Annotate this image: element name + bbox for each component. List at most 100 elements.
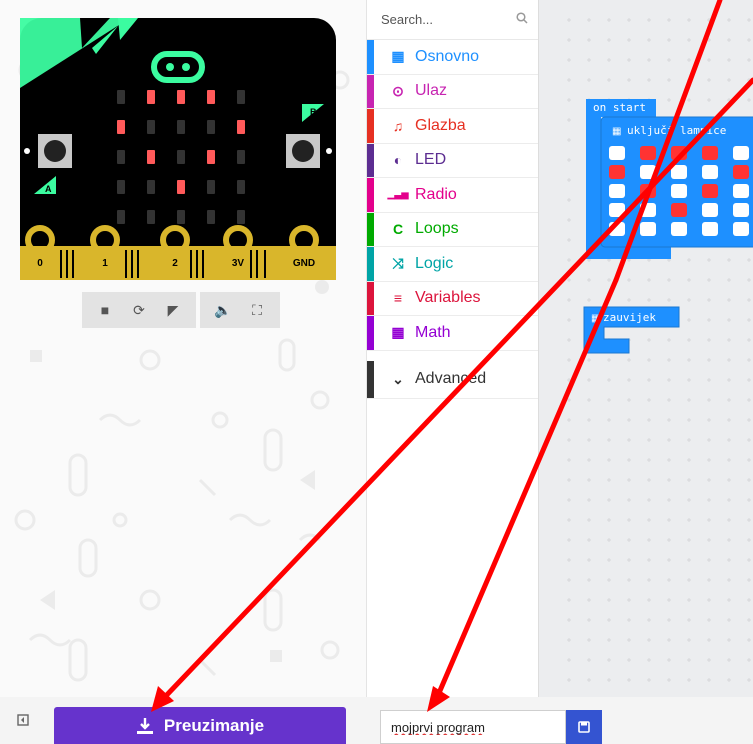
category-advanced[interactable]: ⌄ Advanced (367, 360, 538, 399)
category-stripe (367, 212, 374, 246)
led-cell-3-4[interactable] (733, 203, 749, 217)
download-label: Preuzimanje (163, 715, 265, 735)
button-a-label: A (45, 184, 52, 194)
toggle-icon: ◐ (393, 152, 403, 169)
loop-icon: C (392, 221, 404, 238)
category-label: Glazba (415, 116, 466, 134)
led-cell-0-0[interactable] (609, 146, 625, 160)
category-radio[interactable]: ▁▃▅ Radio (367, 178, 538, 213)
led-2-2 (177, 150, 185, 164)
category-list: ▦ Osnovno ⊙ Ulaz ♫ Glazba ◐ LED ▁▃▅ Radio C Loops ⤨ L… (367, 40, 538, 351)
category-stripe (367, 143, 374, 177)
led-cell-3-3[interactable] (702, 203, 718, 217)
microbit-board[interactable]: A B 0 1 2 3V GND (20, 18, 336, 280)
headphones-icon: ♫ (392, 117, 404, 134)
restart-icon[interactable]: ⟳ (124, 295, 154, 325)
category-label: Variables (415, 289, 481, 307)
grid-icon: ▦ (391, 48, 405, 65)
collapse-simulator-button[interactable] (8, 705, 38, 735)
led-2-3 (207, 150, 215, 164)
led-3-3 (207, 180, 215, 194)
category-stripe (367, 281, 374, 315)
led-1-3 (207, 120, 215, 134)
category-stripe (367, 109, 374, 143)
forever-label: zauvijek (603, 311, 656, 324)
led-cell-2-3[interactable] (702, 184, 718, 198)
stop-icon[interactable]: ■ (90, 295, 120, 325)
grid-icon: ▦ (612, 126, 621, 137)
led-cell-2-2[interactable] (671, 184, 687, 198)
led-0-3 (207, 90, 215, 104)
led-cell-4-0[interactable] (609, 222, 625, 236)
category-stripe (367, 74, 374, 108)
category-ulaz[interactable]: ⊙ Ulaz (367, 74, 538, 109)
chevron-down-icon: ⌄ (392, 370, 404, 387)
led-2-4 (237, 150, 245, 164)
led-1-4 (237, 120, 245, 134)
led-cell-3-1[interactable] (640, 203, 656, 217)
debug-icon[interactable]: ◤ (158, 295, 188, 325)
search-icon[interactable] (516, 12, 528, 27)
led-cell-1-0[interactable] (609, 165, 625, 179)
category-stripe (367, 360, 374, 398)
search-input[interactable] (381, 12, 511, 27)
category-label: Osnovno (415, 47, 480, 65)
led-0-4 (237, 90, 245, 104)
led-3-0 (117, 180, 125, 194)
led-cell-0-2[interactable] (671, 146, 687, 160)
download-button[interactable]: Preuzimanje (54, 707, 346, 744)
button-a[interactable] (44, 140, 66, 162)
led-cell-4-3[interactable] (702, 222, 718, 236)
category-variables[interactable]: ≡ Variables (367, 281, 538, 316)
shuffle-icon: ⤨ (392, 255, 404, 272)
led-cell-0-1[interactable] (640, 146, 656, 160)
workspace-canvas: on start ▦ uključi lampice ▦ zauvijek (567, 18, 753, 682)
toolbox: ▦ Osnovno ⊙ Ulaz ♫ Glazba ◐ LED ▁▃▅ Radio C Loops ⤨ L… (366, 0, 539, 700)
led-cell-1-3[interactable] (702, 165, 718, 179)
save-icon (578, 721, 590, 733)
show-leds-block[interactable]: ▦ uključi lampice (600, 116, 753, 248)
led-cell-1-4[interactable] (733, 165, 749, 179)
led-cell-3-0[interactable] (609, 203, 625, 217)
led-4-0 (117, 210, 125, 224)
category-logic[interactable]: ⤨ Logic (367, 247, 538, 282)
show-leds-label: uključi lampice (627, 124, 726, 137)
led-cell-3-2[interactable] (671, 203, 687, 217)
pin-label: 0 (37, 258, 43, 269)
save-button[interactable] (566, 710, 602, 744)
led-cell-1-2[interactable] (671, 165, 687, 179)
button-b[interactable] (292, 140, 314, 162)
pin-label: 1 (102, 258, 108, 269)
button-b-label: B (310, 107, 317, 117)
led-cell-4-1[interactable] (640, 222, 656, 236)
led-1-0 (117, 120, 125, 134)
led-1-2 (177, 120, 185, 134)
category-loops[interactable]: C Loops (367, 212, 538, 247)
led-4-1 (147, 210, 155, 224)
led-cell-4-4[interactable] (733, 222, 749, 236)
led-cell-2-4[interactable] (733, 184, 749, 198)
category-glazba[interactable]: ♫ Glazba (367, 109, 538, 144)
list-icon: ≡ (393, 290, 403, 307)
forever-block[interactable]: ▦ zauvijek (583, 306, 680, 354)
project-name-input[interactable] (380, 710, 566, 744)
category-led[interactable]: ◐ LED (367, 143, 538, 178)
calculator-icon: ▦ (391, 324, 405, 341)
led-4-3 (207, 210, 215, 224)
category-math[interactable]: ▦ Math (367, 316, 538, 351)
led-3-2 (177, 180, 185, 194)
led-cell-1-1[interactable] (640, 165, 656, 179)
category-label: Loops (415, 220, 459, 238)
led-cell-0-4[interactable] (733, 146, 749, 160)
mute-icon[interactable]: 🔈 (208, 295, 238, 325)
led-2-1 (147, 150, 155, 164)
led-cell-4-2[interactable] (671, 222, 687, 236)
led-cell-0-3[interactable] (702, 146, 718, 160)
category-osnovno[interactable]: ▦ Osnovno (367, 40, 538, 75)
led-cell-2-1[interactable] (640, 184, 656, 198)
fullscreen-icon[interactable]: ⛶ (242, 295, 272, 325)
category-label: Advanced (415, 370, 487, 387)
blocks-workspace[interactable]: on start ▦ uključi lampice ▦ zauvijek (539, 0, 753, 697)
led-cell-2-0[interactable] (609, 184, 625, 198)
category-stripe (367, 178, 374, 212)
